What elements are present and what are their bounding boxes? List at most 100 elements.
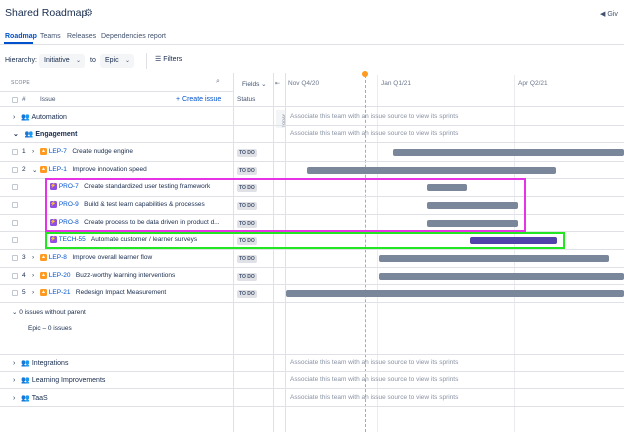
epic-count-label: Epic – 0 issues <box>28 325 72 332</box>
table-row[interactable]: ▲ LEP-8 Improve overall learner flow <box>40 254 152 261</box>
associate-team-link[interactable]: Associate this team with an issue source… <box>290 376 458 383</box>
header-divider <box>0 91 233 92</box>
hierarchy-to-label: to <box>90 57 96 64</box>
tab-dependencies-report[interactable]: Dependencies report <box>101 33 166 40</box>
month-divider <box>514 75 515 432</box>
expand-icon[interactable]: › <box>32 289 34 296</box>
collapse-fields-icon[interactable]: ⇤ <box>275 80 280 87</box>
header-bottom-divider <box>0 106 624 107</box>
hierarchy-label: Hierarchy: <box>5 57 37 64</box>
row-checkbox[interactable] <box>12 237 18 243</box>
row-divider <box>0 354 624 355</box>
row-divider <box>0 302 624 303</box>
row-checkbox[interactable] <box>12 149 18 155</box>
team-icon: 👥 <box>21 360 30 367</box>
issue-column-header: Issue <box>40 96 56 103</box>
associate-team-link[interactable]: Associate this team with an issue source… <box>290 394 458 401</box>
create-issue-button[interactable]: + Create issue <box>176 96 221 103</box>
issue-summary: Improve innovation speed <box>72 166 147 174</box>
row-checkbox[interactable] <box>12 167 18 173</box>
team-icon: 👥 <box>21 377 30 384</box>
row-divider <box>0 249 624 250</box>
issue-key[interactable]: LEP-7 <box>49 148 67 155</box>
gear-icon[interactable]: ⚙ <box>84 8 93 19</box>
initiative-icon: ▲ <box>40 254 47 261</box>
status-badge: TO DO <box>237 290 257 298</box>
row-number: 3 <box>22 254 26 261</box>
row-checkbox[interactable] <box>12 273 18 279</box>
table-row[interactable]: ▲ LEP-20 Buzz-worthy learning interventi… <box>40 272 175 279</box>
page-title: Shared Roadmap <box>5 7 88 19</box>
today-marker-dot <box>362 71 368 77</box>
no-parent-group[interactable]: ⌄ 0 issues without parent <box>12 308 86 316</box>
team-row-automation[interactable]: › 👥 Automation <box>13 113 67 121</box>
chevron-right-icon[interactable]: › <box>13 377 15 384</box>
collapse-icon[interactable]: ⌄ <box>32 166 37 174</box>
give-feedback-button[interactable]: ◀ Giv <box>600 10 618 18</box>
table-row[interactable]: ▲ LEP-7 Create nudge engine <box>40 148 133 155</box>
chevron-down-icon: ⌄ <box>75 58 81 64</box>
chevron-down-icon: ⌄ <box>261 81 267 88</box>
chevron-right-icon[interactable]: › <box>13 360 15 367</box>
status-badge: TO DO <box>237 255 257 263</box>
row-checkbox[interactable] <box>12 220 18 226</box>
filters-button[interactable]: ☰ Filters <box>155 55 182 63</box>
row-number: 5 <box>22 289 26 296</box>
month-nov-q4-20: Nov Q4/20 <box>288 80 320 87</box>
team-row-taas[interactable]: › 👥 TaaS <box>13 394 48 402</box>
row-divider <box>0 161 624 162</box>
expand-icon[interactable]: › <box>32 148 34 155</box>
chevron-down-icon: ⌄ <box>124 58 130 64</box>
issue-key[interactable]: LEP-8 <box>49 254 67 261</box>
timeline-bar[interactable] <box>393 149 624 156</box>
timeline-bar[interactable] <box>286 290 624 297</box>
chevron-down-icon[interactable]: ⌄ <box>12 309 17 316</box>
tab-teams[interactable]: Teams <box>40 33 61 40</box>
row-divider <box>0 406 624 407</box>
scope-divider <box>233 73 234 432</box>
search-icon[interactable]: ⌕ <box>216 78 220 86</box>
number-column-header: # <box>22 96 26 103</box>
team-row-integrations[interactable]: › 👥 Integrations <box>13 359 68 367</box>
team-row-engagement[interactable]: ⌄ 👥 Engagement <box>13 130 77 138</box>
issue-summary: Redesign Impact Measurement <box>75 289 167 297</box>
row-checkbox[interactable] <box>12 255 18 261</box>
team-row-learning-improvements[interactable]: › 👥 Learning Improvements <box>13 376 105 384</box>
row-number: 2 <box>22 166 26 173</box>
table-row[interactable]: ▲ LEP-21 Redesign Impact Measurement <box>40 289 166 296</box>
fields-button[interactable]: Fields ⌄ <box>242 80 267 88</box>
hierarchy-from-select[interactable]: Initiative ⌄ <box>39 54 85 68</box>
chevron-right-icon[interactable]: › <box>13 395 15 402</box>
issue-key[interactable]: LEP-1 <box>49 166 67 173</box>
highlight-box-magenta <box>45 178 526 232</box>
fields-divider <box>273 73 274 432</box>
toolbar-divider <box>146 53 147 69</box>
tab-roadmap[interactable]: Roadmap <box>5 33 37 40</box>
associate-team-link[interactable]: Associate this team with an issue source… <box>290 130 458 137</box>
issue-summary: Buzz-worthy learning interventions <box>75 272 176 280</box>
hierarchy-to-select[interactable]: Epic ⌄ <box>100 54 134 68</box>
tab-releases[interactable]: Releases <box>67 33 96 40</box>
row-checkbox[interactable] <box>12 184 18 190</box>
status-badge: TO DO <box>237 167 257 175</box>
table-row[interactable]: ▲ LEP-1 Improve innovation speed <box>40 166 147 173</box>
select-all-checkbox[interactable] <box>12 97 18 103</box>
row-checkbox[interactable] <box>12 202 18 208</box>
timeline-bar[interactable] <box>379 255 609 262</box>
issue-key[interactable]: LEP-20 <box>49 272 71 279</box>
issue-summary: Improve overall learner flow <box>72 254 153 262</box>
row-checkbox[interactable] <box>12 290 18 296</box>
associate-team-link[interactable]: Associate this team with an issue source… <box>290 359 458 366</box>
chevron-down-icon[interactable]: ⌄ <box>13 131 19 138</box>
month-jan-q1-21: Jan Q1/21 <box>381 80 411 87</box>
initiative-icon: ▲ <box>40 289 47 296</box>
issue-key[interactable]: LEP-21 <box>49 289 71 296</box>
expand-icon[interactable]: › <box>32 254 34 261</box>
expand-icon[interactable]: › <box>32 272 34 279</box>
timeline-bar[interactable] <box>307 167 556 174</box>
issue-summary: Create nudge engine <box>72 148 134 156</box>
row-divider <box>0 371 624 372</box>
associate-team-link[interactable]: Associate this team with an issue source… <box>290 113 458 120</box>
timeline-bar[interactable] <box>379 273 624 280</box>
chevron-right-icon[interactable]: › <box>13 114 15 121</box>
